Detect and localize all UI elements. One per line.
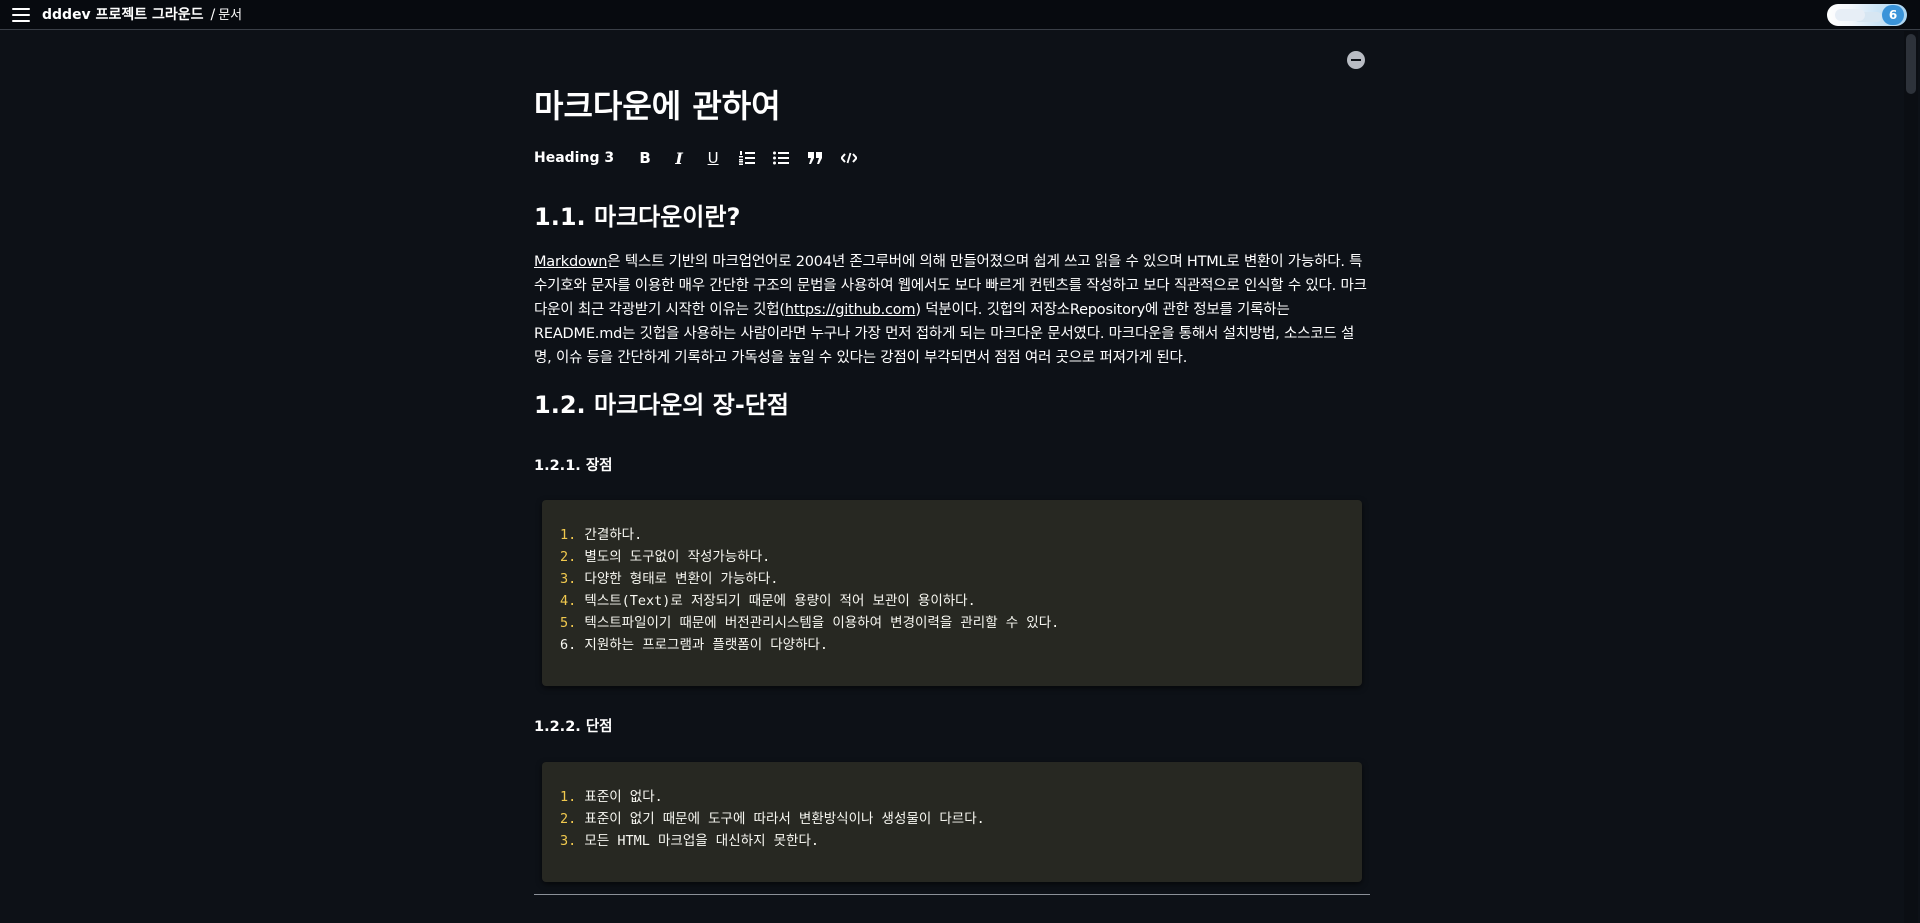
- heading-select[interactable]: Heading 3: [534, 150, 614, 166]
- subsection-heading[interactable]: 1.2.2. 단점: [534, 717, 613, 737]
- ordered-list-button[interactable]: [730, 147, 764, 169]
- code-line: 1. 간결하다.: [560, 527, 643, 543]
- user-count-badge: 6: [1882, 5, 1904, 25]
- code-line: 2. 표준이 없기 때문에 도구에 따라서 변환방식이나 생성물이 다르다.: [560, 811, 985, 827]
- bold-button[interactable]: B: [628, 147, 662, 169]
- code-line: 2. 별도의 도구없이 작성가능하다.: [560, 549, 771, 565]
- subsection-heading[interactable]: 1.2.1. 장점: [534, 456, 613, 476]
- top-bar: dddev 프로젝트 그라운드 / 문서 6: [0, 0, 1920, 30]
- italic-icon: I: [675, 148, 683, 168]
- collapse-icon[interactable]: [1347, 51, 1365, 69]
- section-heading[interactable]: 1.1. 마크다운이란?: [534, 200, 740, 234]
- breadcrumb-project[interactable]: dddev 프로젝트 그라운드: [42, 7, 203, 23]
- code-line: 3. 다양한 형태로 변환이 가능하다.: [560, 571, 779, 587]
- editor-toolbar: Heading 3 B I U: [534, 146, 866, 170]
- bullet-list-button[interactable]: [764, 147, 798, 169]
- document: 마크다운에 관하여 Heading 3 B I U 1.1. 마크다운이란? M…: [534, 80, 1370, 895]
- horizontal-rule: [534, 894, 1370, 895]
- ordered-list-icon: [739, 151, 756, 165]
- quote-icon: [808, 152, 823, 164]
- page-title[interactable]: 마크다운에 관하여: [534, 80, 1370, 132]
- code-line: 3. 모든 HTML 마크업을 대신하지 못한다.: [560, 833, 820, 849]
- bold-icon: B: [639, 149, 651, 167]
- code-block[interactable]: 1. 표준이 없다. 2. 표준이 없기 때문에 도구에 따라서 변환방식이나 …: [542, 762, 1362, 882]
- code-line: 6. 지원하는 프로그램과 플랫폼이 다양하다.: [560, 637, 829, 653]
- quote-button[interactable]: [798, 147, 832, 169]
- underline-button[interactable]: U: [696, 147, 730, 169]
- hamburger-menu-icon[interactable]: [12, 8, 30, 22]
- code-block[interactable]: 1. 간결하다. 2. 별도의 도구없이 작성가능하다. 3. 다양한 형태로 …: [542, 500, 1362, 686]
- scrollbar-track[interactable]: [1904, 31, 1918, 923]
- breadcrumb-page: 문서: [218, 8, 243, 23]
- github-link[interactable]: https://github.com: [785, 302, 916, 318]
- markdown-link[interactable]: Markdown: [534, 254, 607, 270]
- underline-icon: U: [707, 149, 719, 167]
- code-line: 4. 텍스트(Text)로 저장되기 때문에 용량이 적어 보관이 용이하다.: [560, 593, 976, 609]
- italic-button[interactable]: I: [662, 147, 696, 169]
- breadcrumb-separator: /: [210, 7, 216, 23]
- code-button[interactable]: [832, 147, 866, 169]
- user-presence-button[interactable]: 6: [1827, 4, 1907, 26]
- code-line: 5. 텍스트파일이기 때문에 버전관리시스템을 이용하여 변경이력을 관리할 수…: [560, 615, 1060, 631]
- bullet-list-icon: [773, 151, 790, 165]
- scrollbar-thumb[interactable]: [1906, 34, 1916, 94]
- code-line: 1. 표준이 없다.: [560, 789, 663, 805]
- breadcrumb: dddev 프로젝트 그라운드 / 문서: [42, 5, 242, 26]
- section-heading[interactable]: 1.2. 마크다운의 장-단점: [534, 388, 789, 422]
- code-icon: [841, 152, 858, 164]
- paragraph[interactable]: Markdown은 텍스트 기반의 마크업언어로 2004년 존그루버에 의해 …: [534, 250, 1370, 370]
- cloud-avatar-icon: [1835, 9, 1865, 21]
